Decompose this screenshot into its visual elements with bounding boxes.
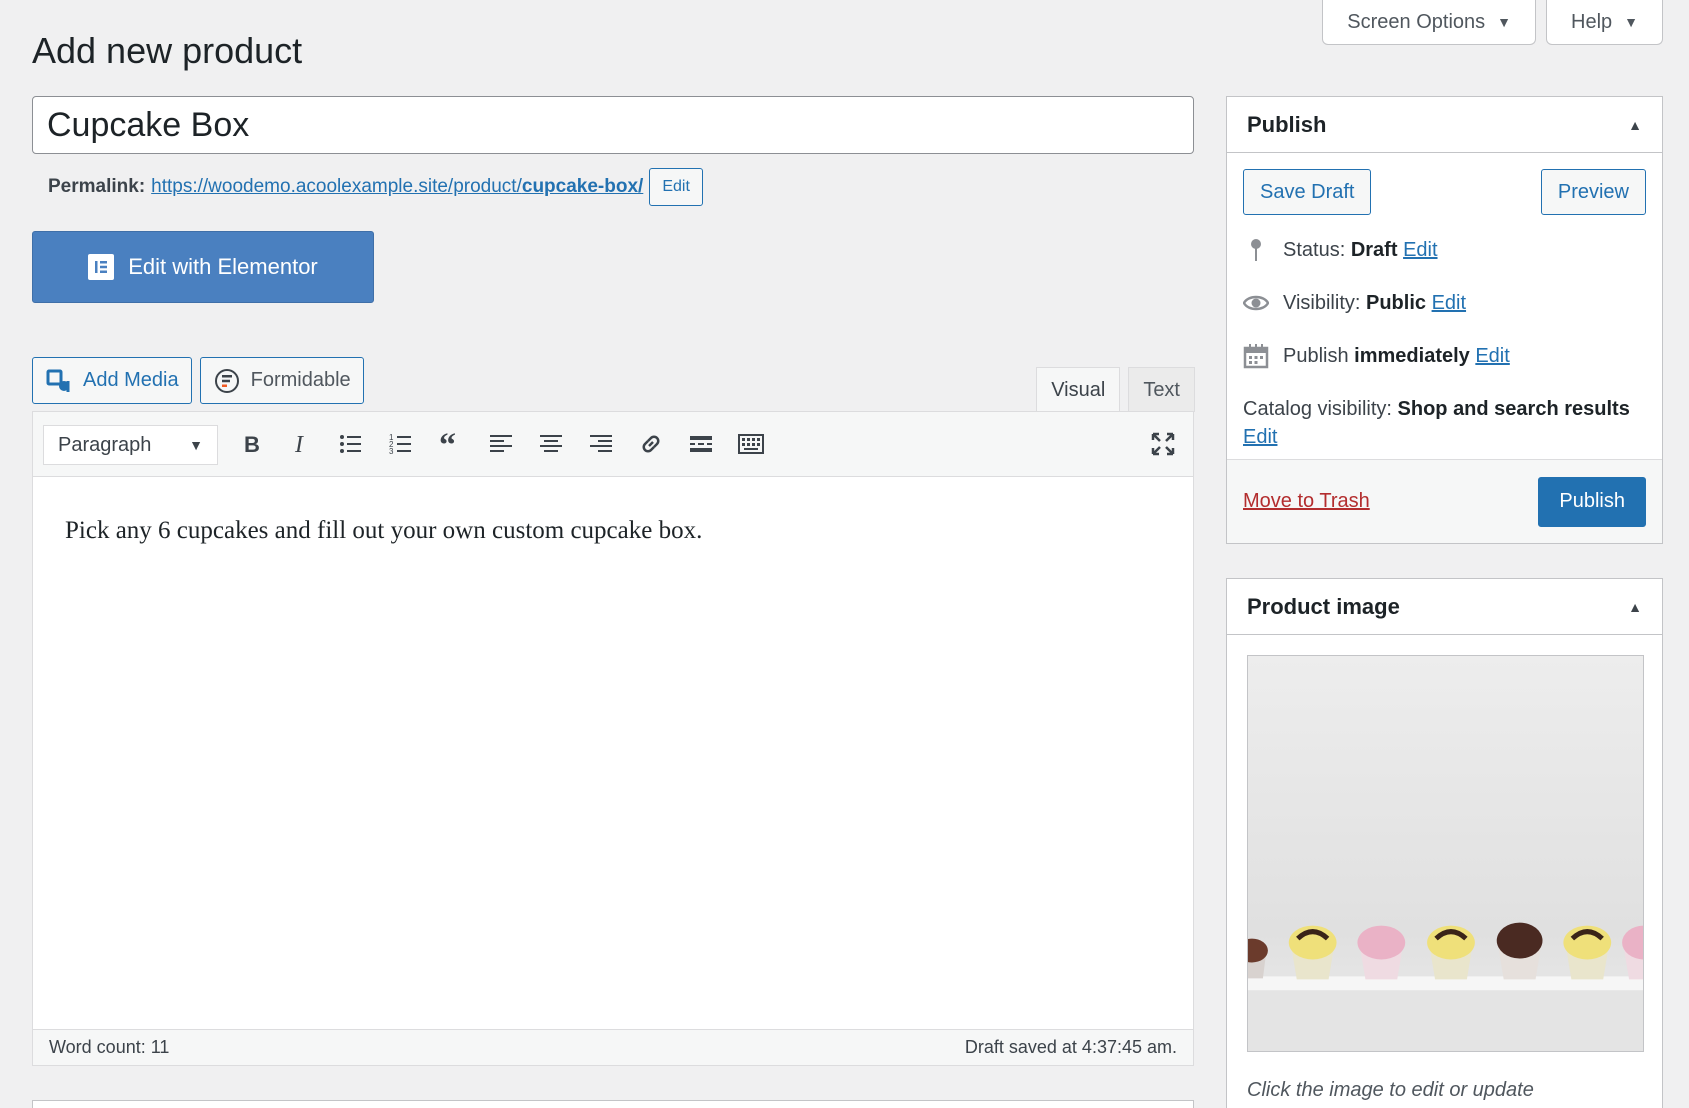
elementor-icon [88, 254, 115, 280]
add-media-button[interactable]: Add Media [32, 357, 192, 404]
permalink: Permalink: https://woodemo.acoolexample.… [48, 168, 703, 206]
svg-text:B: B [244, 432, 260, 457]
publish-date-label: Publish [1283, 344, 1349, 367]
catalog-visibility-label: Catalog visibility: [1243, 398, 1392, 420]
publish-box-title: Publish [1247, 111, 1327, 137]
product-title-value: Cupcake Box [47, 105, 250, 144]
draft-saved-status: Draft saved at 4:37:45 am. [964, 1037, 1177, 1057]
status-value: Draft [1350, 238, 1398, 261]
visibility-value: Public [1366, 291, 1427, 314]
page-title: Add new product [32, 30, 303, 71]
svg-text:I: I [294, 432, 304, 458]
editor-tabs: Visual Text [1036, 367, 1195, 412]
add-media-icon [46, 369, 70, 392]
formidable-label: Formidable [250, 369, 351, 391]
caret-down-icon: ▼ [1624, 14, 1638, 30]
visibility-label: Visibility: [1283, 291, 1361, 314]
eye-icon [1243, 295, 1269, 311]
product-image-header[interactable]: Product image ▲ [1227, 579, 1662, 635]
screen-options-button[interactable]: Screen Options ▼ [1322, 0, 1536, 45]
chevron-down-icon: ▼ [189, 437, 203, 453]
edit-with-elementor-button[interactable]: Edit with Elementor [32, 231, 374, 303]
cupcakes-image [1248, 656, 1643, 1051]
screen-options-label: Screen Options [1347, 10, 1486, 33]
read-more-icon[interactable] [683, 426, 719, 462]
tab-visual[interactable]: Visual [1036, 367, 1121, 412]
content-editor: Paragraph ▼ B I 123 “ Pick any 6 cupcake… [32, 411, 1194, 1066]
screen-meta-links: Screen Options ▼ Help ▼ [1322, 0, 1663, 45]
toolbar-toggle-icon[interactable] [733, 426, 769, 462]
product-image-thumbnail[interactable] [1247, 655, 1644, 1052]
align-left-icon[interactable] [483, 426, 519, 462]
publish-minor-actions: Save Draft Preview [1243, 169, 1646, 215]
permalink-link[interactable]: https://woodemo.acoolexample.site/produc… [151, 176, 643, 198]
publish-box-header[interactable]: Publish ▲ [1227, 97, 1662, 153]
link-icon[interactable] [633, 426, 669, 462]
calendar-icon [1243, 344, 1269, 369]
product-image-title: Product image [1247, 593, 1400, 619]
formidable-button[interactable]: Formidable [199, 357, 364, 404]
permalink-slug: cupcake-box/ [521, 176, 644, 197]
status-edit-link[interactable]: Edit [1403, 239, 1437, 261]
svg-text:3: 3 [389, 447, 394, 456]
publish-date-edit-link[interactable]: Edit [1475, 345, 1509, 367]
collapse-arrow-icon[interactable]: ▲ [1628, 117, 1642, 133]
editor-toolbar: Paragraph ▼ B I 123 “ [33, 412, 1193, 477]
word-count: Word count: 11 [49, 1037, 170, 1057]
publish-date-value: immediately [1354, 344, 1470, 367]
add-media-label: Add Media [83, 369, 179, 391]
visibility-row: Visibility: Public Edit [1243, 290, 1646, 316]
permalink-base: https://woodemo.acoolexample.site/produc… [151, 176, 522, 197]
editor-status-bar: Word count: 11 Draft saved at 4:37:45 am… [33, 1029, 1193, 1065]
format-select-value: Paragraph [58, 433, 152, 456]
numbered-list-icon[interactable]: 123 [383, 426, 419, 462]
move-to-trash-link[interactable]: Move to Trash [1243, 490, 1370, 513]
elementor-label: Edit with Elementor [128, 254, 318, 279]
next-metabox [32, 1100, 1194, 1108]
product-image-box: Product image ▲ Click the image to edit … [1226, 578, 1663, 1108]
bold-icon[interactable]: B [233, 426, 269, 462]
permalink-edit-button[interactable]: Edit [649, 168, 703, 206]
publish-button[interactable]: Publish [1538, 476, 1646, 527]
help-button[interactable]: Help ▼ [1546, 0, 1663, 45]
permalink-label: Permalink: [48, 176, 146, 197]
format-select[interactable]: Paragraph ▼ [43, 425, 218, 465]
status-label: Status: [1283, 238, 1346, 261]
media-buttons: Add Media Formidable [32, 357, 364, 404]
product-title-input[interactable]: Cupcake Box [32, 96, 1194, 154]
bulleted-list-icon[interactable] [333, 426, 369, 462]
catalog-visibility-edit-link[interactable]: Edit [1243, 426, 1277, 448]
blockquote-icon[interactable]: “ [433, 426, 469, 462]
align-right-icon[interactable] [583, 426, 619, 462]
tab-text[interactable]: Text [1128, 367, 1195, 412]
toolbar-buttons: B I 123 “ [233, 426, 769, 462]
publish-box: Publish ▲ Save Draft Preview Status: Dra… [1226, 96, 1663, 544]
help-label: Help [1571, 10, 1613, 33]
italic-icon[interactable]: I [283, 426, 319, 462]
caret-down-icon: ▼ [1497, 14, 1511, 30]
publish-date-row: Publish immediately Edit [1243, 343, 1646, 369]
visibility-edit-link[interactable]: Edit [1432, 292, 1466, 314]
catalog-visibility-row: Catalog visibility: Shop and search resu… [1243, 395, 1646, 451]
editor-content[interactable]: Pick any 6 cupcakes and fill out your ow… [33, 477, 1193, 585]
save-draft-button[interactable]: Save Draft [1243, 169, 1372, 215]
formidable-icon [214, 368, 239, 393]
pin-icon [1251, 239, 1261, 261]
align-center-icon[interactable] [533, 426, 569, 462]
collapse-arrow-icon[interactable]: ▲ [1628, 599, 1642, 615]
catalog-visibility-value: Shop and search results [1397, 398, 1630, 420]
preview-button[interactable]: Preview [1540, 169, 1646, 215]
status-row: Status: Draft Edit [1243, 237, 1646, 263]
svg-text:“: “ [439, 430, 456, 458]
publish-major-actions: Move to Trash Publish [1227, 459, 1662, 543]
editor-paragraph: Pick any 6 cupcakes and fill out your ow… [65, 517, 703, 544]
fullscreen-icon[interactable] [1145, 426, 1181, 462]
product-image-caption: Click the image to edit or update [1247, 1079, 1534, 1101]
